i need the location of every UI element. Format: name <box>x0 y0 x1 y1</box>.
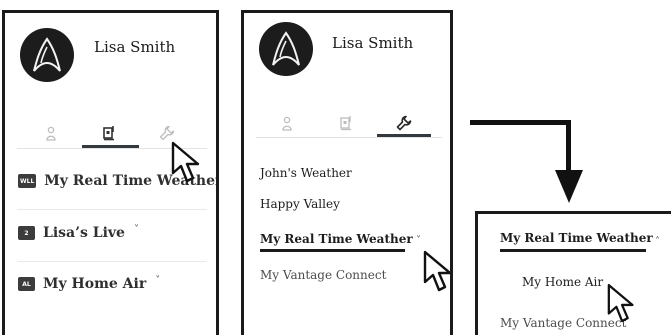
avatar[interactable] <box>259 22 313 76</box>
expanded-station-menu: My Real Time Weather ˄ My Home Air My Va… <box>475 211 671 335</box>
user-name: Lisa Smith <box>332 34 414 52</box>
row-divider <box>17 209 207 210</box>
account-panel-devices-tab: Lisa Smith WLL My Real Time Weather 2 Li… <box>2 10 219 335</box>
chevron-down-icon[interactable]: ˅ <box>134 224 139 235</box>
tab-devices[interactable] <box>96 121 122 145</box>
station-item-happy-valley[interactable]: Happy Valley <box>260 197 340 211</box>
station-label: My Home Air <box>43 276 147 292</box>
person-icon <box>282 116 292 131</box>
selected-underline <box>260 249 405 252</box>
station-badge: AL <box>18 277 35 291</box>
row-divider <box>17 261 207 262</box>
tab-profile[interactable] <box>274 111 300 135</box>
mouse-pointer-icon <box>607 283 634 323</box>
mouse-pointer-icon <box>423 250 450 292</box>
tab-devices[interactable] <box>333 111 359 135</box>
station-item-real-time-weather[interactable]: My Real Time Weather <box>260 232 413 246</box>
chevron-up-icon[interactable]: ˄ <box>655 236 660 247</box>
tab-divider <box>256 137 442 138</box>
delta-emblem-icon <box>33 37 61 72</box>
user-name: Lisa Smith <box>94 38 176 56</box>
arrow-horizontal-segment <box>470 120 571 125</box>
arrow-head <box>555 170 583 203</box>
avatar[interactable] <box>20 28 74 82</box>
tab-profile[interactable] <box>38 121 64 145</box>
selected-underline <box>500 249 646 252</box>
device-icon <box>103 126 114 141</box>
wrench-icon <box>396 115 412 131</box>
station-badge: WLL <box>18 174 37 188</box>
arrow-vertical-segment <box>566 120 571 174</box>
chevron-down-icon[interactable]: ˅ <box>416 235 421 246</box>
station-item-johns-weather[interactable]: John's Weather <box>260 166 352 180</box>
person-icon <box>46 126 56 141</box>
sub-item-my-home-air[interactable]: My Home Air <box>522 275 603 289</box>
mouse-pointer-icon <box>171 141 200 183</box>
tab-settings[interactable] <box>391 111 417 135</box>
station-row-my-home-air[interactable]: AL My Home Air ˅ <box>18 275 160 292</box>
chevron-down-icon[interactable]: ˅ <box>155 275 160 286</box>
station-item-real-time-weather[interactable]: My Real Time Weather <box>500 231 653 245</box>
station-badge: 2 <box>18 226 35 240</box>
station-item-vantage-connect[interactable]: My Vantage Connect <box>260 268 386 282</box>
station-label: Lisa’s Live <box>43 225 125 241</box>
station-row-lisas-live[interactable]: 2 Lisa’s Live ˅ <box>18 224 139 241</box>
delta-emblem-icon <box>272 31 300 66</box>
device-icon <box>340 116 351 131</box>
wrench-icon <box>159 125 175 141</box>
account-panel-settings-tab: Lisa Smith John's Weather Happy Valley M… <box>241 10 453 335</box>
